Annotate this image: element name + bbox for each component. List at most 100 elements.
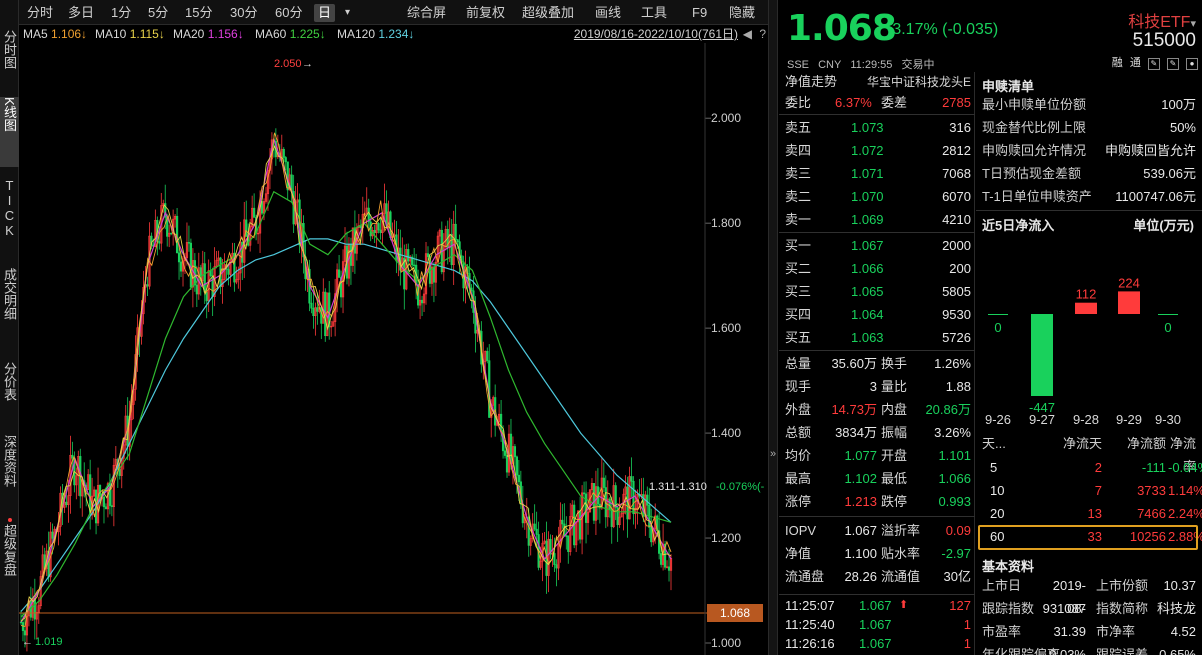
note-icon[interactable]: ✎ [1166,58,1179,70]
basic-value: 4.52 [1170,624,1196,639]
candle [93,486,96,497]
period-5min[interactable]: 5分 [148,4,168,22]
notification-dot [7,518,12,522]
period-daily[interactable]: 日 [314,4,336,22]
stat-value: 35.60万 [831,356,877,371]
tab-super-review[interactable]: 超级复盘 [0,518,19,580]
super-overlay-button[interactable]: 超级叠加 [522,4,574,22]
period-dropdown-icon[interactable]: ▾ [345,4,350,22]
ask-row[interactable]: 卖二 1.070 6070 [785,185,971,208]
draw-line-button[interactable]: 画线 [595,4,621,22]
hide-button[interactable]: 隐藏 [729,4,755,22]
connect-icon[interactable]: 通 [1130,54,1141,70]
ask-price: 1.069 [851,212,884,227]
bid-level-label: 买二 [785,261,812,276]
tab-tick[interactable]: TICK [0,178,19,242]
basic-label: 上市份额 [1096,578,1149,593]
order-book: 净值走势 华宝中证科技龙头E 委比 6.37% 委差 2785 卖五 1.073 3… [779,72,975,655]
candle [377,221,380,234]
ma120-line [20,238,672,612]
bid-price: 1.065 [851,284,884,299]
stat-value: 1.077 [844,448,877,463]
price-axis-label: 1.400 [711,426,741,440]
inflow-date-label: 9-29 [1116,412,1142,427]
basic-info-row: 年化跟踪偏离 0.03% 跟踪误差 0.65% [982,643,1196,655]
composite-screen-button[interactable]: 综合屏 [407,4,446,22]
ma5-legend: MA5 1.106↓ [23,25,87,43]
flow-cell: 3733 [1137,483,1166,498]
candle [648,487,651,538]
bid-row[interactable]: 买三 1.065 5805 [785,280,971,303]
iopv-row: 净值 1.100 贴水率 -2.97 [785,542,971,565]
bid-level-label: 买三 [785,284,812,299]
period-60min[interactable]: 60分 [275,4,302,22]
period-30min[interactable]: 30分 [230,4,257,22]
help-icon[interactable]: ? [759,25,766,43]
range-prev-icon[interactable]: ◀ [743,25,752,43]
flow-table-row: 20 13 7466 2.24% [982,502,1202,525]
bid-row[interactable]: 买四 1.064 9530 [785,303,971,326]
security-name[interactable]: 科技ETF▾ [1128,8,1196,32]
weibi-value: 6.37% [835,95,872,110]
bid-row[interactable]: 买二 1.066 200 [785,257,971,280]
divider [976,210,1202,211]
tools-button[interactable]: 工具 [641,4,667,22]
candle [215,250,218,269]
candle [555,559,558,587]
tab-trade-detail[interactable]: 成交明细 [0,268,19,324]
panel-collapse-bar[interactable]: » [768,0,778,655]
flow-cell: 7466 [1137,506,1166,521]
candle [399,229,402,286]
stat-value: 0.993 [938,494,971,509]
ask-row[interactable]: 卖三 1.071 7068 [785,162,971,185]
divider [779,594,975,595]
tab-depth-data[interactable]: 深度资料 [0,435,19,491]
period-toolbar: 分时 多日 1分 5分 15分 30分 60分 日 ▾ 综合屏 前复权 超级叠加… [19,0,768,25]
kline-chart[interactable]: 2.000 1.800 1.600 1.400 1.200 1.000 2.050 → ←… [19,43,768,655]
candle [618,497,621,528]
period-15min[interactable]: 15分 [185,4,212,22]
tab-intraday[interactable]: 分时图 [0,30,19,73]
alert-icon[interactable]: ● [1186,58,1198,70]
tab-label: K线图 [2,97,17,132]
candle [229,255,232,287]
flow-cell: 10 [990,483,1005,498]
basic-info-row: 市盈率 31.39 市净率 4.52 [982,620,1196,643]
currency: CNY [818,59,842,71]
candle [195,265,198,308]
highlight-row-frame [978,525,1198,550]
period-1min[interactable]: 1分 [111,4,131,22]
date-range-link[interactable]: 2019/08/16-2022/10/10(761日) [574,25,738,43]
inflow-bar [1031,314,1053,396]
tab-label: 超级复盘 [2,524,17,576]
period-multiday[interactable]: 多日 [68,4,94,22]
nav-trend-link[interactable]: 净值走势 [785,72,837,92]
ask-row[interactable]: 卖五 1.073 316 [785,116,971,139]
candle [442,233,445,281]
f9-button[interactable]: F9 [692,4,707,22]
candle [110,489,113,517]
flow-column-header: 天... [982,436,1006,451]
fund-full-name: 华宝中证科技龙头E [866,75,971,89]
candle [590,478,594,506]
bid-row[interactable]: 买一 1.067 2000 [785,234,971,257]
subscription-panel: 申赎清单 最小申赎单位份额 100万 现金替代比例上限 50% 申购赎回允许情况 申购赎回… [976,72,1202,655]
tab-kline[interactable]: K线图 [0,97,19,167]
ma10-label: MA10 [95,27,127,41]
candle [175,208,179,254]
tab-price-table[interactable]: 分价表 [0,362,19,405]
weibi-label: 委比 [785,95,812,110]
iopv-row: IOPV 1.067 溢折率 0.09 [785,519,971,542]
candle [533,504,536,532]
edit-icon[interactable]: ✎ [1147,58,1160,70]
ask-row[interactable]: 卖四 1.072 2812 [785,139,971,162]
period-intraday[interactable]: 分时 [27,4,53,22]
bid-row[interactable]: 买五 1.063 5726 [785,326,971,349]
forward-adjust-button[interactable]: 前复权 [466,4,505,22]
candle [549,534,552,559]
item-value: 100万 [1161,97,1196,112]
margin-icon[interactable]: 融 [1112,54,1123,70]
ask-row[interactable]: 卖一 1.069 4210 [785,208,971,231]
candle [557,526,560,581]
tick-price: 1.067 [859,598,892,613]
